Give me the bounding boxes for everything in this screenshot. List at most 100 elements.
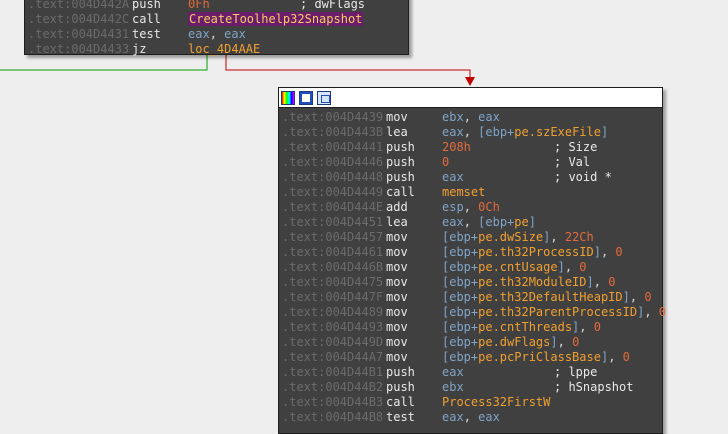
instruction-line[interactable]: .text:004D44B1 push eax ; lppe bbox=[279, 365, 662, 380]
edge-false-arrow-icon bbox=[465, 77, 475, 86]
instruction-operand: [ebp+pe.th32ProcessID], 0 bbox=[442, 245, 623, 259]
instruction-comment: ; hSnapshot bbox=[554, 380, 634, 394]
code-listing-main: .text:004D4439 mov ebx, eax .text:004D443B l… bbox=[279, 108, 666, 425]
instruction-line[interactable]: .text:004D442C call CreateToolhelp32Snapsh… bbox=[25, 12, 408, 27]
instruction-comment: ; lppe bbox=[554, 365, 598, 379]
instruction-operand: 0Fh bbox=[188, 0, 210, 11]
instruction-address: .text:004D447F bbox=[282, 290, 384, 304]
color-icon[interactable] bbox=[281, 90, 295, 105]
instruction-line[interactable]: .text:004D443B lea eax, [ebp+pe.szExeFile] bbox=[279, 125, 662, 140]
instruction-address: .text:004D442A bbox=[28, 0, 130, 11]
instruction-mnemonic: lea bbox=[386, 125, 408, 139]
instruction-line[interactable]: .text:004D4433 jz loc_4D4AAE bbox=[25, 42, 408, 57]
instruction-operand: [ebp+pe.dwSize], 22Ch bbox=[442, 230, 594, 244]
instruction-line[interactable]: .text:004D446B mov [ebp+pe.cntUsage], 0 bbox=[279, 260, 662, 275]
instruction-operand: [ebp+pe.cntUsage], 0 bbox=[442, 260, 587, 274]
block-titlebar bbox=[279, 88, 662, 108]
instruction-comment: ; Size bbox=[554, 140, 598, 154]
instruction-operand[interactable]: memset bbox=[442, 185, 485, 200]
instruction-line[interactable]: .text:004D4493 mov [ebp+pe.cntThreads], 0 bbox=[279, 320, 662, 335]
instruction-operand: eax, eax bbox=[442, 410, 500, 424]
instruction-mnemonic: mov bbox=[386, 260, 408, 274]
instruction-address: .text:004D4449 bbox=[282, 185, 384, 199]
instruction-line[interactable]: .text:004D4461 mov [ebp+pe.th32ProcessID],… bbox=[279, 245, 662, 260]
instruction-address: .text:004D44B2 bbox=[282, 380, 384, 394]
instruction-address: .text:004D4493 bbox=[282, 320, 384, 334]
instruction-mnemonic: mov bbox=[386, 335, 408, 349]
instruction-operand: 208h bbox=[442, 140, 471, 154]
instruction-mnemonic: mov bbox=[386, 245, 408, 259]
instruction-mnemonic: mov bbox=[386, 305, 408, 319]
instruction-operand: esp, 0Ch bbox=[442, 200, 500, 214]
instruction-operand: [ebp+pe.cntThreads], 0 bbox=[442, 320, 601, 334]
instruction-mnemonic: call bbox=[132, 12, 161, 26]
instruction-line[interactable]: .text:004D4431 test eax, eax bbox=[25, 27, 408, 42]
instruction-operand: eax, eax bbox=[188, 27, 246, 41]
instruction-mnemonic: add bbox=[386, 200, 408, 214]
instruction-operand: [ebp+pe.th32DefaultHeapID], 0 bbox=[442, 290, 652, 304]
instruction-operand: eax, [ebp+pe.szExeFile] bbox=[442, 125, 609, 139]
instruction-operand: ebx, eax bbox=[442, 110, 500, 124]
instruction-operand: [ebp+pe.pcPriClassBase], 0 bbox=[442, 350, 630, 364]
instruction-mnemonic: push bbox=[386, 170, 415, 184]
instruction-mnemonic: push bbox=[386, 155, 415, 169]
instruction-comment: ; void * bbox=[554, 170, 612, 184]
instruction-address: .text:004D4451 bbox=[282, 215, 384, 229]
instruction-address: .text:004D446B bbox=[282, 260, 384, 274]
instruction-line[interactable]: .text:004D4489 mov [ebp+pe.th32ParentProce… bbox=[279, 305, 666, 320]
instruction-line[interactable]: .text:004D449D mov [ebp+pe.dwFlags], 0 bbox=[279, 335, 662, 350]
instruction-address: .text:004D44B8 bbox=[282, 410, 384, 424]
basic-block-top[interactable]: .text:004D442A push 0Fh; dwFlags .text:004D… bbox=[24, 0, 409, 57]
instruction-line[interactable]: .text:004D44B3 call Process32FirstW bbox=[279, 395, 662, 410]
instruction-address: .text:004D4489 bbox=[282, 305, 384, 319]
instruction-mnemonic: jz bbox=[132, 42, 147, 56]
instruction-operand[interactable]: CreateToolhelp32Snapshot bbox=[188, 12, 364, 27]
instruction-mnemonic: push bbox=[386, 380, 415, 394]
instruction-mnemonic: mov bbox=[386, 275, 408, 289]
instruction-mnemonic: mov bbox=[386, 320, 408, 334]
instruction-mnemonic: call bbox=[386, 395, 415, 409]
instruction-address: .text:004D44A7 bbox=[282, 350, 384, 364]
instruction-address: .text:004D4441 bbox=[282, 140, 384, 154]
instruction-line[interactable]: .text:004D44B8 test eax, eax bbox=[279, 410, 662, 425]
instruction-line[interactable]: .text:004D442A push 0Fh ; dwFlags bbox=[25, 0, 408, 12]
instruction-line[interactable]: .text:004D444E add esp, 0Ch bbox=[279, 200, 662, 215]
instruction-operand: 0 bbox=[442, 155, 450, 169]
instruction-line[interactable]: .text:004D4439 mov ebx, eax bbox=[279, 110, 662, 125]
graph-icon[interactable] bbox=[299, 90, 313, 105]
instruction-line[interactable]: .text:004D4451 lea eax, [ebp+pe] bbox=[279, 215, 662, 230]
instruction-line[interactable]: .text:004D4457 mov [ebp+pe.dwSize], 22Ch bbox=[279, 230, 662, 245]
instruction-line[interactable]: .text:004D44B2 push ebx ; hSnapshot bbox=[279, 380, 662, 395]
instruction-operand: ebx bbox=[442, 380, 464, 394]
instruction-address: .text:004D4448 bbox=[282, 170, 384, 184]
instruction-operand: eax, [ebp+pe] bbox=[442, 215, 536, 229]
instruction-mnemonic: mov bbox=[386, 350, 408, 364]
instruction-address: .text:004D444E bbox=[282, 200, 384, 214]
code-listing-top: .text:004D442A push 0Fh; dwFlags .text:004D… bbox=[25, 0, 408, 57]
instruction-address: .text:004D449D bbox=[282, 335, 384, 349]
instruction-line[interactable]: .text:004D4448 push eax ; void * bbox=[279, 170, 662, 185]
instruction-mnemonic: mov bbox=[386, 290, 408, 304]
instruction-mnemonic: push bbox=[132, 0, 161, 11]
instruction-address: .text:004D44B3 bbox=[282, 395, 384, 409]
instruction-operand: eax bbox=[442, 365, 464, 379]
instruction-operand[interactable]: loc_4D4AAE bbox=[188, 42, 260, 57]
instruction-line[interactable]: .text:004D4441 push 208h ; Size bbox=[279, 140, 662, 155]
instruction-address: .text:004D4475 bbox=[282, 275, 384, 289]
instruction-comment: ; dwFlags bbox=[300, 0, 366, 11]
instruction-address: .text:004D443B bbox=[282, 125, 384, 139]
instruction-line[interactable]: .text:004D4449 call memset bbox=[279, 185, 662, 200]
instruction-mnemonic: test bbox=[132, 27, 161, 41]
basic-block-main[interactable]: .text:004D4439 mov ebx, eax .text:004D443B l… bbox=[278, 87, 666, 434]
instruction-mnemonic: mov bbox=[386, 230, 408, 244]
instruction-address: .text:004D4457 bbox=[282, 230, 384, 244]
instruction-address: .text:004D4446 bbox=[282, 155, 384, 169]
instruction-address: .text:004D4431 bbox=[28, 27, 130, 41]
instruction-line[interactable]: .text:004D4475 mov [ebp+pe.th32ModuleID], … bbox=[279, 275, 662, 290]
instruction-line[interactable]: .text:004D44A7 mov [ebp+pe.pcPriClassBase]… bbox=[279, 350, 662, 365]
instruction-line[interactable]: .text:004D447F mov [ebp+pe.th32DefaultHeap… bbox=[279, 290, 662, 305]
instruction-mnemonic: push bbox=[386, 365, 415, 379]
instruction-operand[interactable]: Process32FirstW bbox=[442, 395, 550, 410]
instruction-line[interactable]: .text:004D4446 push 0 ; Val bbox=[279, 155, 662, 170]
edit-icon[interactable] bbox=[317, 90, 331, 105]
